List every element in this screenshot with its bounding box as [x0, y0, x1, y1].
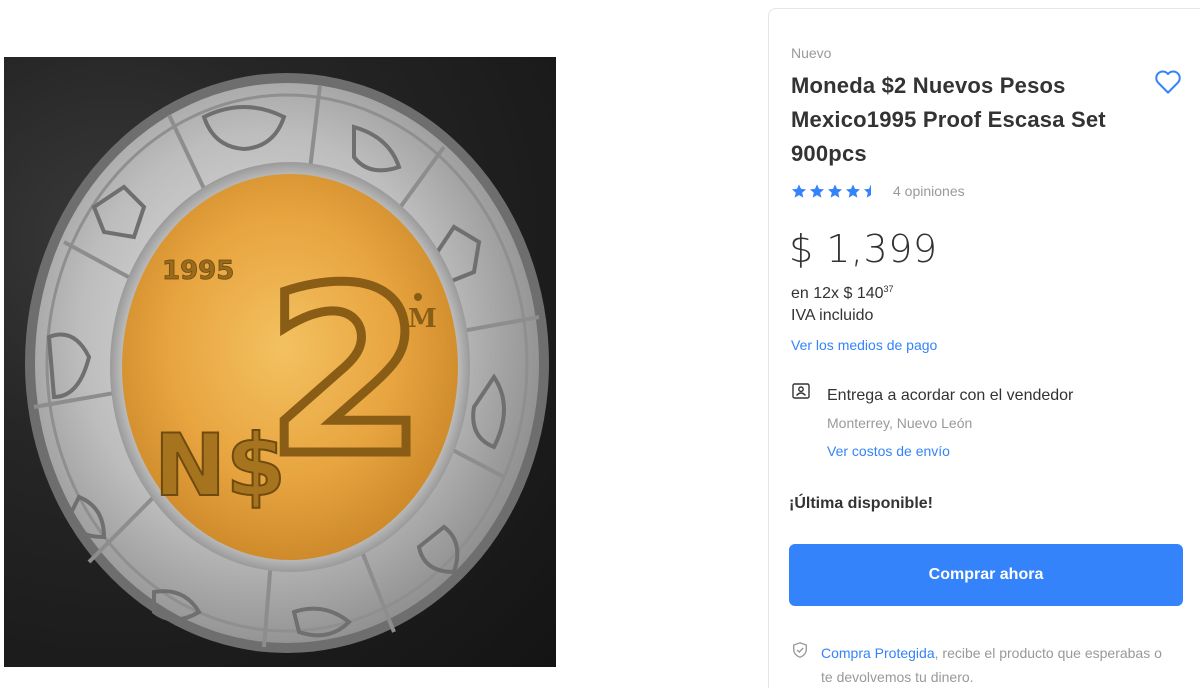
- shipping-title: Entrega a acordar con el vendedor: [827, 387, 1074, 404]
- installments-cents: 37: [883, 284, 894, 294]
- reviews-count[interactable]: 4 opiniones: [893, 183, 965, 199]
- star-full-icon: [792, 184, 806, 198]
- shield-check-icon: [791, 641, 809, 659]
- buy-box: Nuevo Moneda $2 Nuevos Pesos Mexico1995 …: [768, 8, 1200, 688]
- star-full-icon: [846, 184, 860, 198]
- condition-label: Nuevo: [791, 45, 832, 61]
- buy-now-button[interactable]: Comprar ahora: [789, 544, 1183, 606]
- star-full-icon: [828, 184, 842, 198]
- mint-mark-dot: [414, 293, 422, 301]
- shipping-location: Monterrey, Nuevo León: [827, 415, 973, 431]
- star-half-icon: [864, 184, 878, 198]
- price: $ 1,399: [789, 227, 938, 271]
- coin-mint-mark: M: [408, 304, 437, 334]
- star-full-icon: [810, 184, 824, 198]
- stock-status: ¡Última disponible!: [789, 495, 933, 512]
- product-image[interactable]: 1995 2 N$ M: [4, 57, 556, 667]
- coin-year: 1995: [162, 256, 234, 286]
- coin-currency-symbol: N$: [154, 416, 286, 516]
- delivery-person-icon: [791, 381, 811, 401]
- coin-illustration: 1995 2 N$ M: [25, 73, 549, 653]
- purchase-protection: Compra Protegida, recibe el producto que…: [821, 641, 1171, 689]
- installments-amount: en 12x $ 140: [791, 285, 884, 302]
- shipping-costs-link[interactable]: Ver costos de envío: [827, 443, 950, 459]
- rating[interactable]: 4 opiniones: [791, 181, 965, 201]
- protected-purchase-link[interactable]: Compra Protegida: [821, 645, 935, 661]
- payment-methods-link[interactable]: Ver los medios de pago: [791, 337, 937, 353]
- favorite-heart-icon[interactable]: [1153, 67, 1183, 97]
- tax-note: IVA incluido: [791, 307, 874, 324]
- coin-denomination: 2: [266, 240, 426, 507]
- rating-stars: [791, 183, 879, 199]
- installments: en 12x $ 14037: [791, 284, 894, 303]
- product-title: Moneda $2 Nuevos Pesos Mexico1995 Proof …: [791, 73, 1106, 166]
